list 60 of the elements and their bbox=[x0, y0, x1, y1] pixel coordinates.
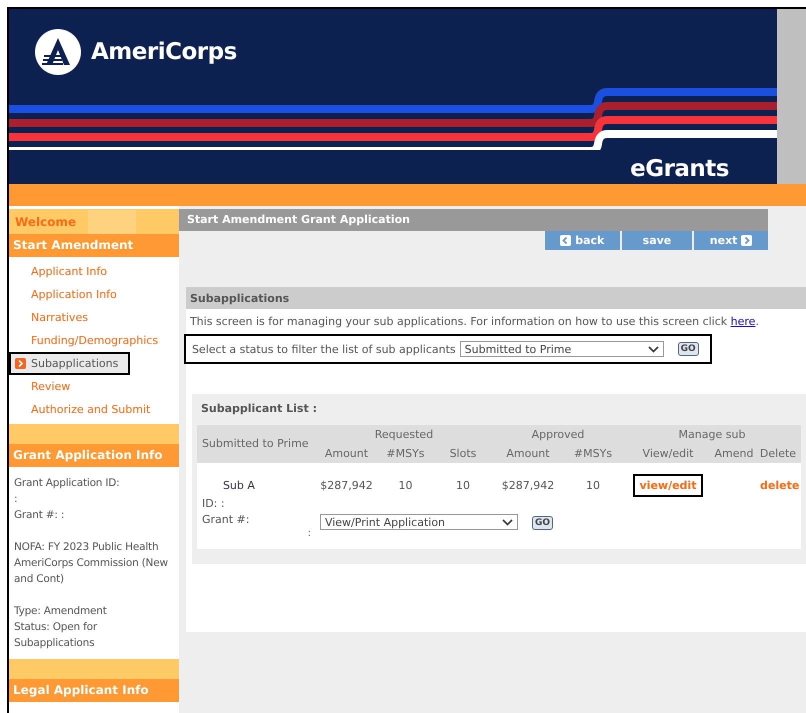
sidebar-item[interactable]: Application Info bbox=[9, 283, 179, 306]
info-text: Grant #: : bbox=[14, 508, 66, 523]
section-heading: Subapplications bbox=[186, 287, 806, 309]
help-link[interactable]: here bbox=[730, 315, 756, 328]
intro-text: This screen is for managing your sub applications. For information on how to use this screen click here. bbox=[190, 315, 760, 328]
table-cell: Sub A bbox=[196, 463, 315, 496]
app-title: eGrants bbox=[630, 156, 729, 182]
list-title: Subapplicant List : bbox=[200, 401, 318, 417]
next-button[interactable]: next bbox=[694, 231, 768, 250]
column-header: View/edit bbox=[623, 444, 713, 463]
column-header: Amount bbox=[492, 444, 563, 463]
back-button[interactable]: back bbox=[544, 231, 620, 250]
column-group-header: Requested bbox=[314, 425, 493, 444]
sidebar-item[interactable]: Authorize and Submit bbox=[9, 398, 179, 421]
table-cell: $287,942 bbox=[492, 463, 563, 496]
column-header: #MSYs bbox=[562, 444, 623, 463]
redaction-box bbox=[88, 210, 136, 234]
column-header: Slots bbox=[432, 444, 493, 463]
page-title-bar: Start Amendment Grant Application bbox=[178, 209, 768, 231]
grant-value: : bbox=[308, 528, 311, 539]
table-cell: 10 bbox=[378, 463, 433, 496]
delete-link[interactable]: delete bbox=[755, 476, 804, 495]
save-button[interactable]: save bbox=[622, 231, 692, 250]
logo-text: AmeriCorps bbox=[91, 39, 237, 65]
column-header: #MSYs bbox=[378, 444, 433, 463]
table-cell: 10 bbox=[432, 463, 493, 496]
column-group-header: Approved bbox=[492, 425, 623, 444]
sidebar-heading: Grant Application Info bbox=[9, 444, 179, 467]
sidebar-item[interactable]: Review bbox=[9, 375, 179, 398]
logo-icon bbox=[35, 29, 81, 75]
sidebar-heading: Legal Applicant Info bbox=[9, 679, 179, 702]
info-text: Grant Application ID: bbox=[14, 476, 121, 491]
action-dropdown[interactable]: View/Print Application bbox=[320, 514, 518, 530]
info-text: : bbox=[14, 492, 18, 507]
column-header: Amount bbox=[314, 444, 378, 463]
chevron-icon bbox=[648, 346, 659, 352]
column-group-header: Manage sub bbox=[623, 425, 801, 444]
welcome-text: Welcome bbox=[15, 214, 76, 228]
arrow-icon bbox=[15, 358, 26, 369]
sidebar-item[interactable]: Subapplications bbox=[9, 352, 130, 375]
sidebar-item[interactable]: Applicant Info bbox=[9, 260, 179, 283]
go-button[interactable]: GO bbox=[678, 342, 699, 356]
column-header: Submitted to Prime bbox=[196, 425, 315, 463]
status-dropdown[interactable]: Submitted to Prime bbox=[460, 341, 664, 357]
column-header: Amend bbox=[713, 444, 755, 463]
column-header: Delete bbox=[755, 444, 801, 463]
sidebar-heading: Start Amendment bbox=[9, 234, 179, 257]
chevron-icon bbox=[502, 518, 513, 526]
sidebar-item[interactable]: Narratives bbox=[9, 306, 179, 329]
grant-label: Grant #: bbox=[202, 512, 250, 528]
table-cell: $287,942 bbox=[314, 463, 378, 496]
go-button[interactable]: GO bbox=[532, 516, 553, 530]
table-cell: 10 bbox=[562, 463, 623, 496]
sidebar-item[interactable]: Funding/Demographics bbox=[9, 329, 179, 352]
id-label: ID: : bbox=[202, 496, 225, 512]
filter-label: Select a status to filter the list of sub applicants bbox=[192, 342, 456, 356]
info-text: Status: Open for Subapplications bbox=[14, 620, 98, 651]
info-text: Type: Amendment bbox=[14, 604, 108, 619]
view-edit-link[interactable]: view/edit bbox=[632, 474, 704, 497]
info-text: NOFA: FY 2023 Public Health AmeriCorps Commission (New and Cont) bbox=[14, 540, 169, 587]
